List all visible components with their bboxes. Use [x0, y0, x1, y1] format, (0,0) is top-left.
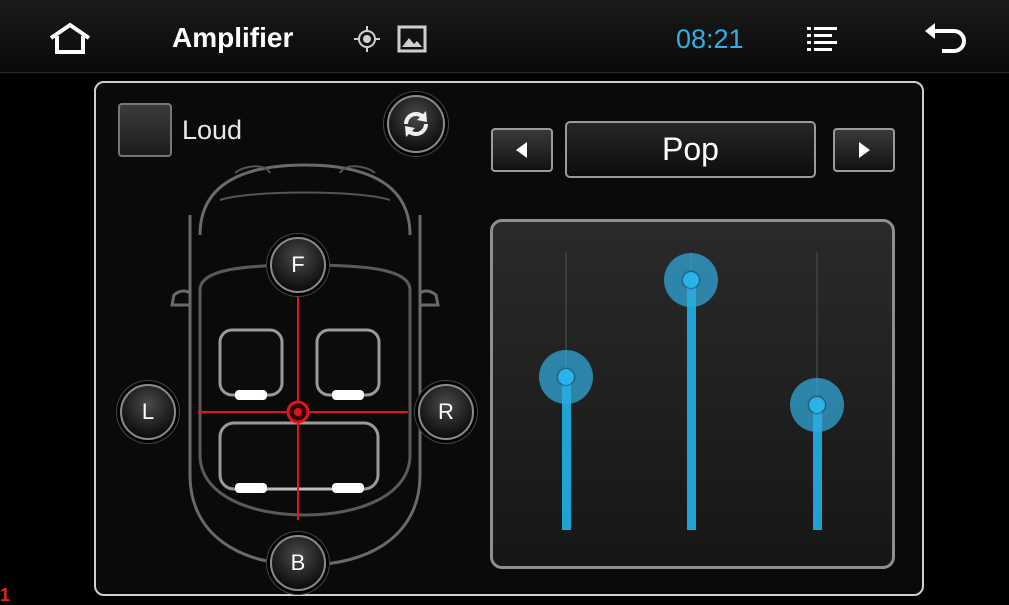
eq-slider-knob-center — [809, 396, 825, 413]
refresh-icon — [404, 111, 428, 137]
triangle-right-icon — [859, 142, 870, 158]
loud-checkbox[interactable] — [118, 103, 172, 157]
preset-display: Pop — [565, 121, 816, 178]
reset-button[interactable] — [387, 95, 445, 153]
back-button[interactable] — [918, 18, 974, 58]
left-label: L — [141, 399, 155, 424]
loud-label: Loud — [182, 115, 243, 145]
back-label: B — [290, 550, 306, 575]
menu-list-icon — [807, 27, 837, 51]
eq-level-fill — [686, 279, 696, 530]
next-preset-button[interactable] — [833, 128, 895, 172]
menu-button[interactable] — [800, 20, 844, 56]
eq-slider-knob-center — [683, 271, 699, 288]
home-button[interactable] — [38, 18, 102, 58]
clock: 08:21 — [676, 24, 744, 54]
triangle-left-icon — [516, 142, 527, 158]
home-icon — [49, 22, 91, 54]
previous-preset-button[interactable] — [491, 128, 553, 172]
gps-icon — [354, 26, 380, 52]
preset-label: Pop — [662, 131, 719, 167]
right-label: R — [438, 399, 454, 424]
picture-button[interactable] — [396, 24, 428, 54]
picture-icon — [397, 25, 427, 53]
front-fader-button[interactable]: F — [270, 237, 326, 293]
gps-button[interactable] — [352, 24, 382, 54]
back-icon — [925, 23, 966, 53]
corner-mark: 1 — [0, 585, 11, 605]
page-title: Amplifier — [172, 22, 294, 53]
eq-slider-knob-center — [558, 369, 574, 386]
car-diagram — [170, 163, 440, 567]
top-bar: Amplifier 08:21 — [0, 0, 1009, 73]
back-fader-button[interactable]: B — [270, 535, 326, 591]
right-balance-button[interactable]: R — [418, 384, 474, 440]
left-balance-button[interactable]: L — [120, 384, 176, 440]
front-label: F — [291, 252, 305, 277]
